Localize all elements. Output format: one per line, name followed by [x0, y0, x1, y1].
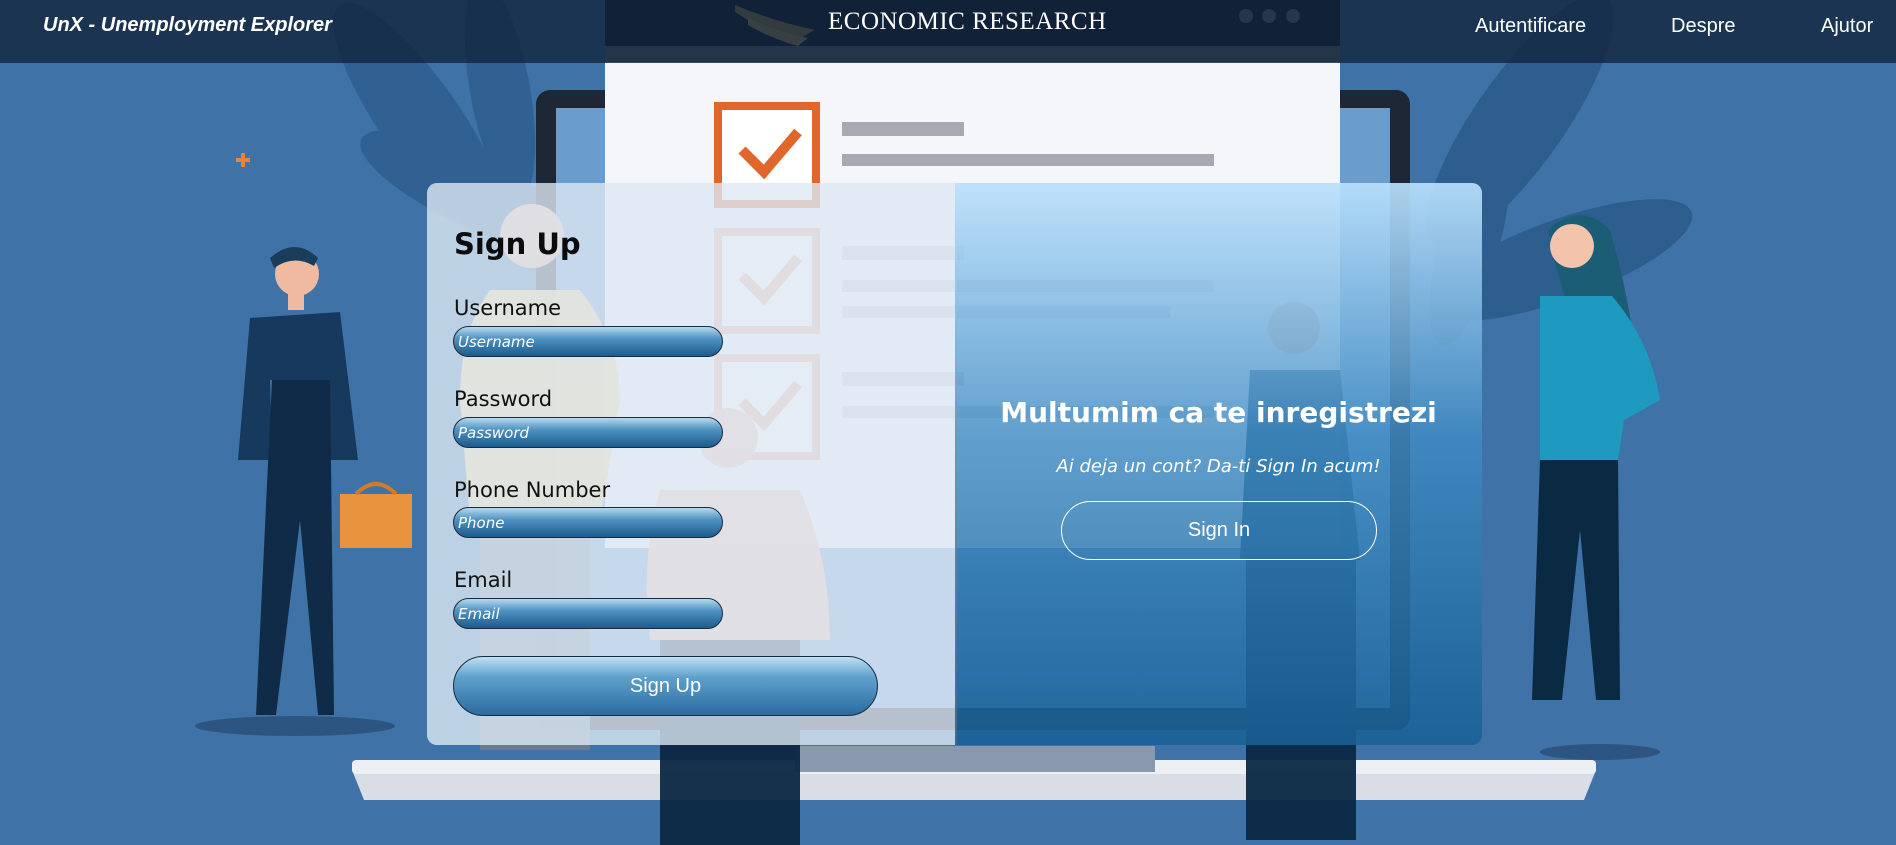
- username-label: Username: [454, 296, 562, 320]
- email-input[interactable]: [453, 598, 723, 629]
- signup-button[interactable]: Sign Up: [453, 656, 878, 716]
- password-label: Password: [454, 387, 553, 411]
- nav-link-despre[interactable]: Despre: [1671, 15, 1735, 38]
- phone-label: Phone Number: [454, 478, 611, 502]
- username-input[interactable]: [453, 326, 723, 357]
- thank-you-title: Multumim ca te inregistrezi: [1000, 396, 1437, 429]
- password-input[interactable]: [453, 417, 723, 448]
- signin-prompt: Ai deja un cont? Da-ti Sign In acum!: [1056, 456, 1381, 477]
- phone-input[interactable]: [453, 507, 723, 538]
- person-right: [1532, 215, 1660, 760]
- top-navbar: UnX - Unemployment Explorer ECONOMIC RES…: [0, 0, 1896, 63]
- signup-title: Sign Up: [454, 227, 581, 261]
- signin-button[interactable]: Sign In: [1061, 501, 1377, 560]
- email-label: Email: [454, 568, 513, 592]
- banner-title: ECONOMIC RESEARCH: [828, 8, 1107, 35]
- nav-link-ajutor[interactable]: Ajutor: [1821, 15, 1873, 38]
- nav-link-autentificare[interactable]: Autentificare: [1475, 15, 1586, 38]
- person-left: [195, 247, 412, 736]
- brand-title[interactable]: UnX - Unemployment Explorer: [43, 14, 332, 37]
- plus-icon: [236, 153, 250, 167]
